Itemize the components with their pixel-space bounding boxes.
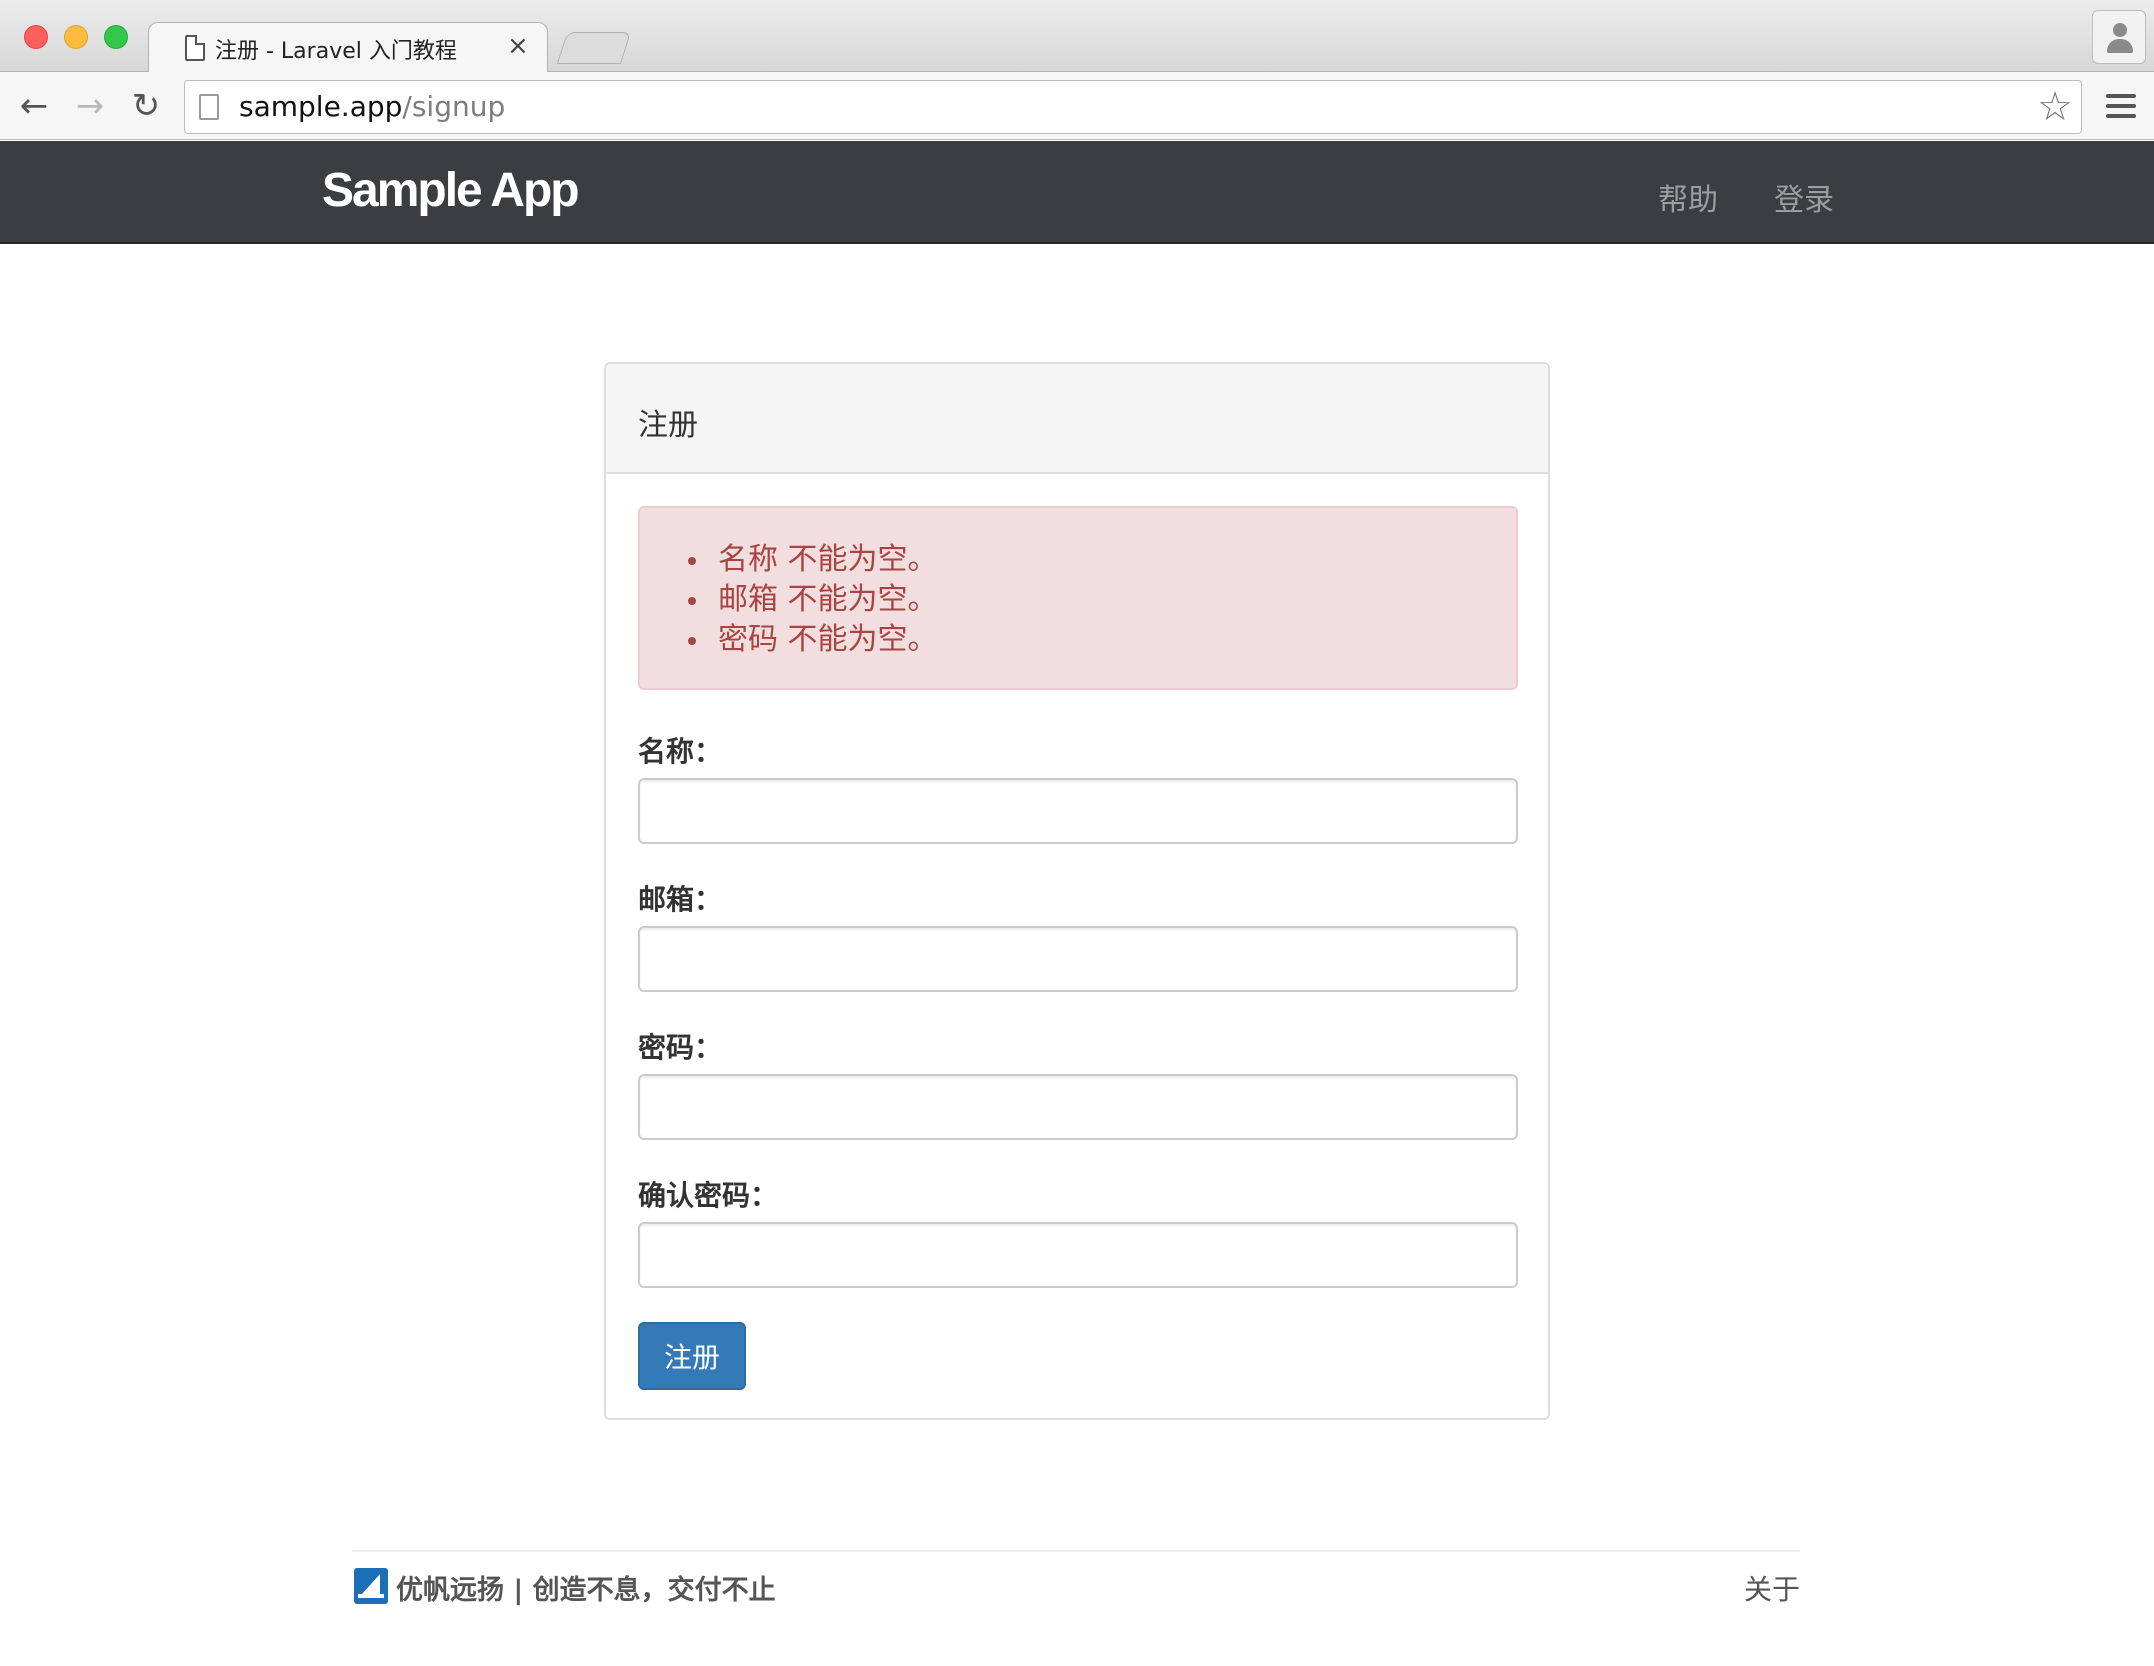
signup-panel: 注册 名称 不能为空。 邮箱 不能为空。 密码 不能为空。 名称： 邮箱： 密码… (604, 362, 1550, 1420)
password-confirm-label: 确认密码： (638, 1179, 779, 1212)
browser-tab-bar: 注册 - Laravel 入门教程 × (0, 0, 2154, 74)
sailboat-logo-icon (354, 1568, 388, 1604)
browser-tab[interactable]: 注册 - Laravel 入门教程 × (148, 22, 548, 74)
app-navbar: Sample App 帮助 登录 (0, 141, 2154, 244)
error-item: 名称 不能为空。 (688, 540, 938, 580)
page-icon (199, 94, 219, 120)
reload-icon[interactable]: ↻ (126, 86, 166, 126)
star-icon[interactable]: ☆ (2037, 85, 2073, 129)
nav-link-help[interactable]: 帮助 (1658, 175, 1718, 219)
password-label: 密码： (638, 1031, 723, 1064)
tab-close-icon[interactable]: × (507, 31, 529, 61)
arrow-left-icon[interactable]: ← (14, 86, 54, 126)
password-field[interactable] (638, 1074, 1518, 1140)
browser-toolbar: ← → ↻ sample.app/signup ☆ (0, 72, 2154, 140)
window-close-button[interactable] (24, 25, 48, 49)
window-minimize-button[interactable] (64, 25, 88, 49)
arrow-right-icon[interactable]: → (70, 86, 110, 126)
nav-link-login[interactable]: 登录 (1774, 175, 1834, 219)
name-field[interactable] (638, 778, 1518, 844)
hamburger-menu-icon[interactable] (2106, 94, 2136, 120)
url-path: /signup (402, 90, 506, 123)
new-tab-button[interactable] (556, 32, 632, 64)
panel-title: 注册 (638, 408, 698, 443)
footer-brand-text: 优帆远扬 | 创造不息，交付不止 (396, 1575, 776, 1606)
error-alert: 名称 不能为空。 邮箱 不能为空。 密码 不能为空。 (638, 506, 1518, 690)
error-item: 邮箱 不能为空。 (688, 580, 938, 620)
window-maximize-button[interactable] (104, 25, 128, 49)
email-field[interactable] (638, 926, 1518, 992)
page-icon (185, 35, 205, 61)
user-profile-icon[interactable] (2092, 10, 2146, 64)
password-confirm-field[interactable] (638, 1222, 1518, 1288)
brand-logo-link[interactable]: Sample App (322, 163, 580, 218)
name-label: 名称： (638, 735, 723, 768)
error-list: 名称 不能为空。 邮箱 不能为空。 密码 不能为空。 (688, 540, 938, 660)
address-bar[interactable]: sample.app/signup ☆ (184, 80, 2082, 134)
email-label: 邮箱： (638, 883, 723, 916)
footer-about-link[interactable]: 关于 (1744, 1568, 1800, 1608)
page-footer: 优帆远扬 | 创造不息，交付不止 关于 (352, 1550, 1800, 1630)
tab-title: 注册 - Laravel 入门教程 (215, 39, 457, 64)
signup-submit-button[interactable]: 注册 (638, 1322, 746, 1390)
url-host: sample.app (239, 90, 403, 123)
url-text[interactable]: sample.app/signup (239, 90, 505, 123)
error-item: 密码 不能为空。 (688, 620, 938, 660)
panel-heading: 注册 (606, 364, 1548, 474)
